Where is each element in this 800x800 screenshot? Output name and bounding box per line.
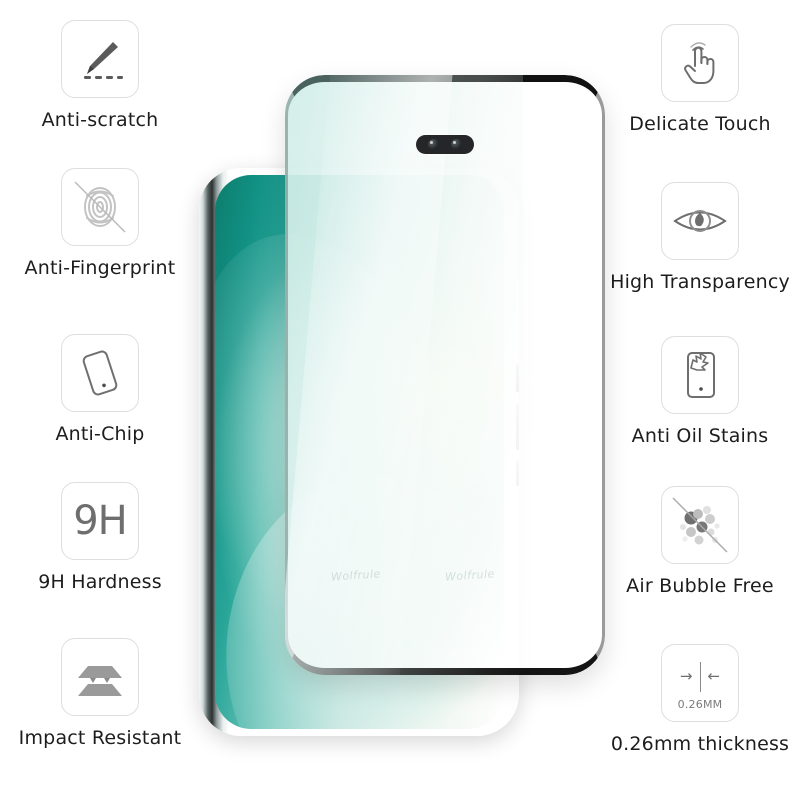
feature-label: 9H Hardness [38, 571, 162, 593]
tilted-phone-icon [61, 334, 139, 412]
feature-anti-chip[interactable]: Anti-Chip [0, 334, 200, 445]
product-infographic: Anti-scratch Anti-Fingerprint Anti-Chip … [0, 0, 800, 800]
feature-label: Delicate Touch [629, 113, 771, 135]
camera-lens-left [428, 139, 439, 150]
scalpel-scratch-icon [61, 20, 139, 98]
feature-thickness[interactable]: → ← 0.26MM 0.26mm thickness [600, 644, 800, 755]
thickness-measure-bar [699, 661, 701, 692]
camera-lens-right [451, 139, 462, 150]
fingerprint-slashed-icon [61, 168, 139, 246]
feature-anti-scratch[interactable]: Anti-scratch [0, 20, 200, 131]
feature-label: 0.26mm thickness [610, 733, 790, 755]
dual-front-camera-cutout [416, 135, 474, 154]
feature-column-left: Anti-scratch Anti-Fingerprint Anti-Chip … [0, 0, 200, 800]
feature-high-transparency[interactable]: High Transparency [600, 182, 800, 293]
phone-oil-splash-icon [661, 336, 739, 414]
eye-icon [661, 182, 739, 260]
feature-label: Anti Oil Stains [631, 425, 769, 447]
feature-label: Anti-Chip [55, 423, 145, 445]
feature-label: Anti-Fingerprint [24, 257, 176, 279]
feature-label: Anti-scratch [41, 109, 159, 131]
feature-column-right: Delicate Touch High Transparency Anti Oi… [600, 0, 800, 800]
bubbles-slashed-icon [661, 486, 739, 564]
thickness-icon-caption: 0.26MM [677, 697, 723, 711]
hardness-9h-icon: 9H [61, 482, 139, 560]
hardness-9h-text: 9H [73, 498, 128, 544]
tempered-glass-protector: Wolfrule Wolfrule [285, 75, 605, 675]
feature-label: High Transparency [610, 271, 790, 293]
feature-delicate-touch[interactable]: Delicate Touch [600, 24, 800, 135]
product-image: Wolfrule Wolfrule [185, 55, 615, 745]
feature-anti-oil-stains[interactable]: Anti Oil Stains [600, 336, 800, 447]
feature-impact-resistant[interactable]: Impact Resistant [0, 638, 200, 749]
feature-9h-hardness[interactable]: 9H 9H Hardness [0, 482, 200, 593]
thickness-caliper-icon: → ← 0.26MM [661, 644, 739, 722]
arrow-left-icon: ← [707, 667, 721, 685]
touch-hand-icon [661, 24, 739, 102]
arrow-right-icon: → [679, 667, 693, 685]
feature-label: Air Bubble Free [626, 575, 774, 597]
impact-layers-icon [61, 638, 139, 716]
feature-label: Impact Resistant [18, 727, 182, 749]
feature-air-bubble-free[interactable]: Air Bubble Free [600, 486, 800, 597]
feature-anti-fingerprint[interactable]: Anti-Fingerprint [0, 168, 200, 279]
